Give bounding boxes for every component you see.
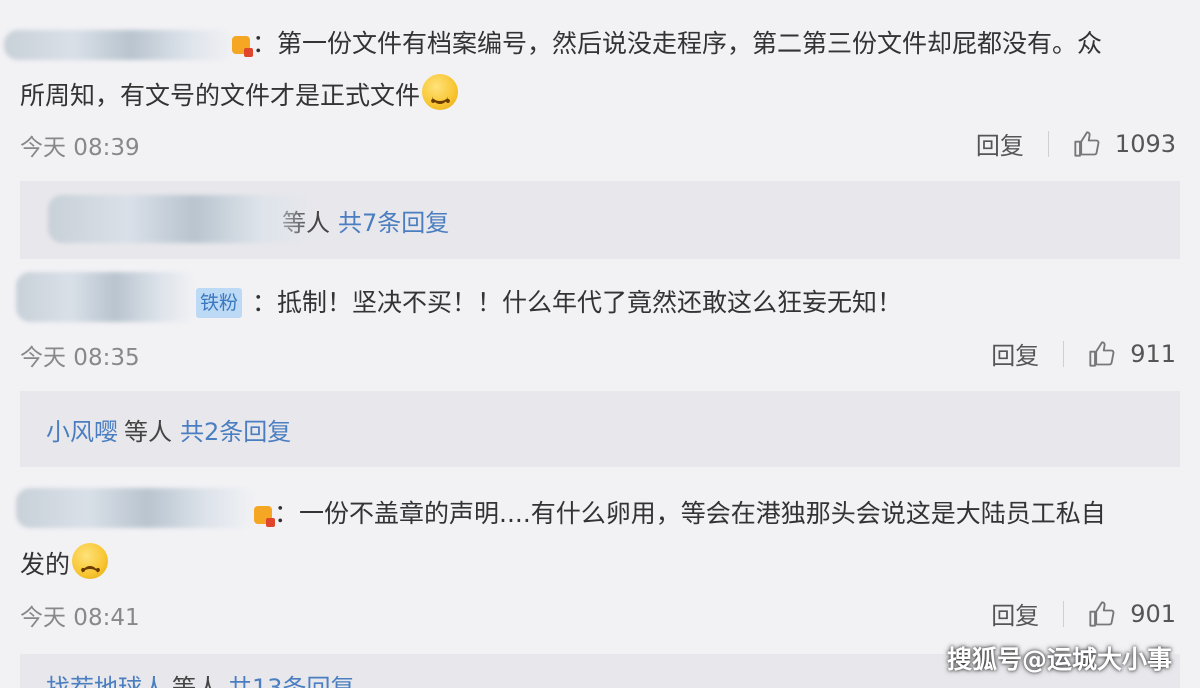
like-count: 911 xyxy=(1130,339,1176,368)
thumbs-up-icon[interactable] xyxy=(1073,130,1101,158)
divider xyxy=(1063,600,1065,627)
fan-badge: 铁粉 xyxy=(196,288,243,318)
reply-names-link[interactable]: 找茬地球人 xyxy=(46,668,166,688)
awkward-emoji-icon xyxy=(72,543,109,595)
watermark: 搜狐号@运城大小事 xyxy=(946,645,1172,674)
comment-text-line-2: 所周知，有文号的文件才是正式文件 xyxy=(20,72,459,126)
reply-summary-2[interactable]: 小风嘤 等人 共2条回复 xyxy=(20,391,1180,467)
reply-button[interactable]: 回复 xyxy=(991,336,1039,371)
vip-badge-icon xyxy=(254,506,275,527)
comment-text-line-1: ：抵制！坚决不买！！什么年代了竟然还敢这么狂妄无知！ xyxy=(252,288,903,317)
reply-total-link[interactable]: 共2条回复 xyxy=(180,412,291,447)
blurred-username[interactable] xyxy=(16,488,254,528)
thumbs-up-icon[interactable] xyxy=(1088,600,1116,628)
thumbs-up-icon[interactable] xyxy=(1088,340,1116,368)
blurred-reply-names xyxy=(48,195,313,243)
vip-badge-icon xyxy=(232,36,253,57)
comment-actions: 回复 901 xyxy=(991,596,1176,631)
comment-3: ：一份不盖章的声明....有什么卵用，等会在港独那头会说这是大陆员工私自 发的 … xyxy=(0,472,1200,648)
reply-names-link[interactable]: 小风嘤 xyxy=(46,412,118,447)
comment-actions: 回复 1093 xyxy=(976,126,1176,161)
comment-actions: 回复 911 xyxy=(991,336,1176,371)
comment-text-line-2-content: 发的 xyxy=(20,550,71,579)
reply-button[interactable]: 回复 xyxy=(976,126,1024,161)
blurred-username[interactable] xyxy=(16,272,196,322)
blurred-username[interactable] xyxy=(4,30,234,60)
comment-text-line-1: ：一份不盖章的声明....有什么卵用，等会在港独那头会说这是大陆员工私自 xyxy=(274,499,1106,528)
reply-others-label: 等人 xyxy=(172,674,220,688)
divider xyxy=(1063,340,1065,367)
reply-summary-1[interactable]: 等人 共7条回复 xyxy=(20,181,1180,259)
like-count: 901 xyxy=(1130,599,1176,628)
reply-total-link[interactable]: 共7条回复 xyxy=(338,203,449,238)
comment-2: 铁粉 ：抵制！坚决不买！！什么年代了竟然还敢这么狂妄无知！ 今天 08:35 回… xyxy=(0,262,1200,388)
reply-others-label: 等人 xyxy=(124,417,172,446)
smile-emoji-icon xyxy=(422,74,459,126)
divider xyxy=(1047,130,1049,157)
comment-text-line-1: ：第一份文件有档案编号，然后说没走程序，第二第三份文件却屁都没有。众 xyxy=(252,29,1103,58)
comment-time: 今天 08:35 xyxy=(20,345,140,371)
comment-text-line-2-content: 所周知，有文号的文件才是正式文件 xyxy=(20,81,421,110)
comment-time: 今天 08:39 xyxy=(20,135,140,161)
like-count: 1093 xyxy=(1114,129,1176,158)
comment-time: 今天 08:41 xyxy=(20,605,140,631)
comment-1: ：第一份文件有档案编号，然后说没走程序，第二第三份文件却屁都没有。众 所周知，有… xyxy=(0,0,1200,180)
reply-button[interactable]: 回复 xyxy=(991,596,1039,631)
comment-text-line-2: 发的 xyxy=(20,541,109,595)
reply-total-link[interactable]: 共13条回复 xyxy=(228,668,355,688)
